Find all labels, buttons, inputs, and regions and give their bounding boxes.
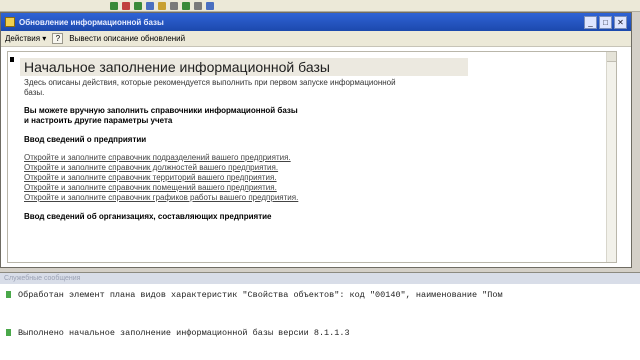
cursor-marker (10, 57, 14, 62)
page-title: Начальное заполнение информационной базы (20, 58, 468, 76)
close-button[interactable]: ✕ (614, 15, 627, 29)
message-line: Выполнено начальное заполнение информаци… (0, 328, 640, 338)
message-text: Обработан элемент плана видов характерис… (18, 290, 503, 300)
update-infobase-window: Обновление информационной базы _ □ ✕ Дей… (0, 12, 632, 268)
link-premises[interactable]: Откройте и заполните справочник помещени… (24, 183, 616, 193)
toolbar-icon[interactable] (134, 1, 142, 10)
description-text: Здесь описаны действия, которые рекоменд… (24, 78, 396, 97)
toolbar-icon[interactable] (122, 1, 130, 10)
messages-title: Служебные сообщения (0, 273, 640, 284)
link-territories[interactable]: Откройте и заполните справочник территор… (24, 173, 616, 183)
window-icon (5, 17, 15, 27)
enterprise-section-title: Ввод сведений о предприятии (24, 135, 147, 144)
manual-fill-line: и настроить другие параметры учета (24, 116, 173, 125)
actions-menu-button[interactable]: Действия ▾ (5, 34, 46, 43)
toolbar-icon[interactable] (170, 1, 178, 10)
message-marker-icon (6, 329, 11, 336)
describe-updates-button[interactable]: Вывести описание обновлений (69, 34, 185, 43)
message-text: Выполнено начальное заполнение информаци… (18, 328, 350, 338)
window-title: Обновление информационной базы (19, 17, 164, 27)
service-messages-panel: Служебные сообщения Обработан элемент пл… (0, 272, 640, 360)
toolbar-icon[interactable] (110, 1, 118, 10)
help-button[interactable]: ? (52, 33, 64, 44)
link-departments[interactable]: Откройте и заполните справочник подразде… (24, 153, 616, 163)
main-toolbar (0, 0, 640, 12)
vertical-scrollbar[interactable] (606, 52, 616, 262)
toolbar-icon[interactable] (182, 1, 190, 10)
link-positions[interactable]: Откройте и заполните справочник должност… (24, 163, 616, 173)
toolbar-icon[interactable] (146, 1, 154, 10)
minimize-button[interactable]: _ (584, 15, 597, 29)
toolbar-icon[interactable] (158, 1, 166, 10)
toolbar-icon[interactable] (206, 1, 214, 10)
window-titlebar[interactable]: Обновление информационной базы _ □ ✕ (1, 13, 631, 31)
message-line: Обработан элемент плана видов характерис… (0, 290, 640, 300)
manual-fill-line: Вы можете вручную заполнить справочники … (24, 106, 298, 115)
command-bar: Действия ▾ ? Вывести описание обновлений (1, 31, 631, 47)
link-schedules[interactable]: Откройте и заполните справочник графиков… (24, 193, 616, 203)
info-content: Начальное заполнение информационной базы… (7, 51, 617, 263)
scroll-up-icon[interactable] (607, 52, 616, 62)
manual-fill-heading: Вы можете вручную заполнить справочники … (24, 106, 616, 126)
links-list: Откройте и заполните справочник подразде… (8, 153, 616, 203)
toolbar-icon[interactable] (194, 1, 202, 10)
message-marker-icon (6, 291, 11, 298)
orgs-section-title: Ввод сведений об организациях, составляю… (24, 212, 272, 221)
maximize-button[interactable]: □ (599, 15, 612, 29)
